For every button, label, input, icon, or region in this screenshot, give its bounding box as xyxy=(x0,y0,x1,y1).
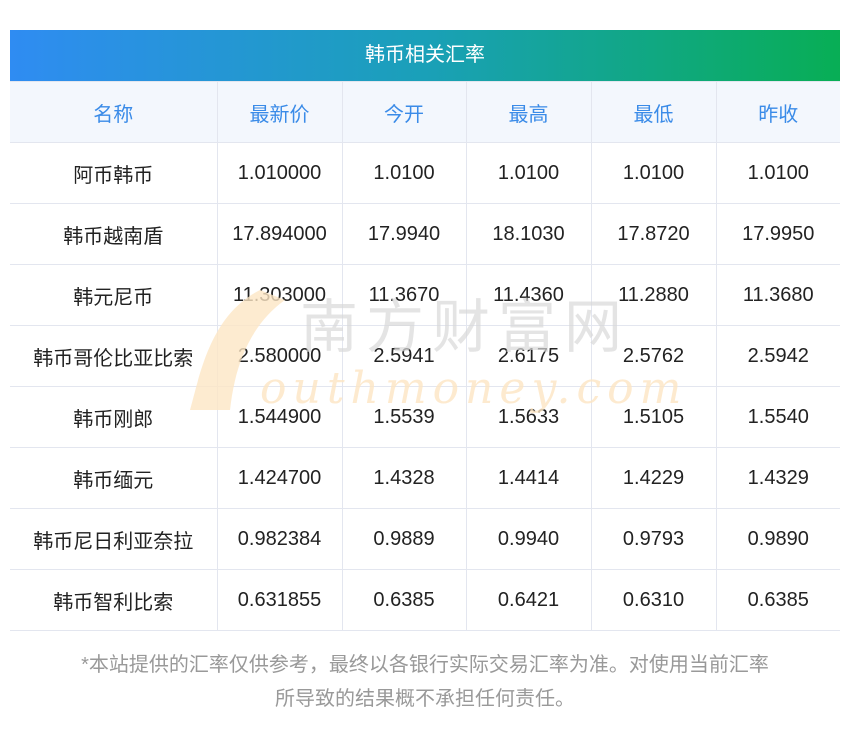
rate-cell: 0.9793 xyxy=(590,508,717,570)
rate-cell: 1.5633 xyxy=(465,386,592,448)
rate-cell: 11.3680 xyxy=(715,264,840,326)
rate-cell: 17.9940 xyxy=(341,203,467,265)
rate-cell: 0.6385 xyxy=(341,569,467,631)
currency-pair-name: 韩币刚郎 xyxy=(10,386,218,448)
currency-pair-name: 韩元尼币 xyxy=(10,264,218,326)
disclaimer-line-2: 所导致的结果概不承担任何责任。 xyxy=(275,688,575,710)
rate-cell: 0.9940 xyxy=(465,508,592,570)
rate-cell: 2.5942 xyxy=(715,325,840,387)
rate-cell: 0.631855 xyxy=(216,569,343,631)
rate-cell: 2.6175 xyxy=(465,325,592,387)
table-row: 韩币哥伦比亚比索 2.580000 2.5941 2.6175 2.5762 2.5942 xyxy=(10,325,840,387)
rate-cell: 1.4329 xyxy=(715,447,840,509)
rate-cell: 1.4328 xyxy=(341,447,467,509)
rate-cell: 2.580000 xyxy=(216,325,343,387)
table-row: 韩币越南盾 17.894000 17.9940 18.1030 17.8720 17.99… xyxy=(10,203,840,265)
rate-cell: 1.544900 xyxy=(216,386,343,448)
rate-cell: 1.010000 xyxy=(216,142,343,204)
rate-cell: 1.5540 xyxy=(715,386,840,448)
panel-title: 韩币相关汇率 xyxy=(10,30,840,81)
rate-cell: 0.9890 xyxy=(715,508,840,570)
rate-cell: 1.0100 xyxy=(341,142,467,204)
rate-cell: 1.4414 xyxy=(465,447,592,509)
rate-cell: 11.303000 xyxy=(216,264,343,326)
table-header-row: 名称 最新价 今开 最高 最低 昨收 xyxy=(10,81,840,143)
rate-cell: 1.0100 xyxy=(715,142,840,204)
currency-pair-name: 韩币越南盾 xyxy=(10,203,218,265)
table-row: 阿币韩币 1.010000 1.0100 1.0100 1.0100 1.0100 xyxy=(10,142,840,204)
currency-pair-name: 韩币智利比索 xyxy=(10,569,218,631)
rate-cell: 0.6421 xyxy=(465,569,592,631)
rate-cell: 2.5941 xyxy=(341,325,467,387)
rate-cell: 11.4360 xyxy=(465,264,592,326)
table-row: 韩币智利比索 0.631855 0.6385 0.6421 0.6310 0.6385 xyxy=(10,569,840,631)
column-header: 最低 xyxy=(590,81,717,143)
rate-cell: 1.0100 xyxy=(465,142,592,204)
table-row: 韩币刚郎 1.544900 1.5539 1.5633 1.5105 1.5540 xyxy=(10,386,840,448)
rate-cell: 11.2880 xyxy=(590,264,717,326)
column-header: 昨收 xyxy=(715,81,840,143)
currency-pair-name: 韩币缅元 xyxy=(10,447,218,509)
rate-cell: 2.5762 xyxy=(590,325,717,387)
rate-cell: 1.424700 xyxy=(216,447,343,509)
rate-cell: 17.9950 xyxy=(715,203,840,265)
rate-cell: 17.8720 xyxy=(590,203,717,265)
rate-cell: 1.5105 xyxy=(590,386,717,448)
exchange-rate-panel: 韩币相关汇率 名称 最新价 今开 最高 最低 昨收 阿币韩币 1.010000 1.0100 1… xyxy=(10,30,840,631)
column-header: 最新价 xyxy=(216,81,343,143)
currency-pair-name: 韩币尼日利亚奈拉 xyxy=(10,508,218,570)
rate-cell: 0.6310 xyxy=(590,569,717,631)
rate-table: 名称 最新价 今开 最高 最低 昨收 阿币韩币 1.010000 1.0100 1.0100 1.… xyxy=(10,81,840,631)
rate-cell: 0.9889 xyxy=(341,508,467,570)
rate-cell: 1.0100 xyxy=(590,142,717,204)
rate-cell: 17.894000 xyxy=(216,203,343,265)
disclaimer-line-1: *本站提供的汇率仅供参考，最终以各银行实际交易汇率为准。对使用当前汇率 xyxy=(81,654,769,676)
rate-cell: 0.6385 xyxy=(715,569,840,631)
rate-cell: 0.982384 xyxy=(216,508,343,570)
disclaimer: *本站提供的汇率仅供参考，最终以各银行实际交易汇率为准。对使用当前汇率 所导致的… xyxy=(0,648,850,716)
rate-cell: 1.4229 xyxy=(590,447,717,509)
table-row: 韩币缅元 1.424700 1.4328 1.4414 1.4229 1.4329 xyxy=(10,447,840,509)
table-row: 韩币尼日利亚奈拉 0.982384 0.9889 0.9940 0.9793 0.9890 xyxy=(10,508,840,570)
column-header: 今开 xyxy=(341,81,467,143)
currency-pair-name: 韩币哥伦比亚比索 xyxy=(10,325,218,387)
column-header: 最高 xyxy=(465,81,592,143)
currency-pair-name: 阿币韩币 xyxy=(10,142,218,204)
rate-cell: 18.1030 xyxy=(465,203,592,265)
table-row: 韩元尼币 11.303000 11.3670 11.4360 11.2880 11.368… xyxy=(10,264,840,326)
rate-cell: 11.3670 xyxy=(341,264,467,326)
column-header: 名称 xyxy=(10,81,218,143)
rate-cell: 1.5539 xyxy=(341,386,467,448)
